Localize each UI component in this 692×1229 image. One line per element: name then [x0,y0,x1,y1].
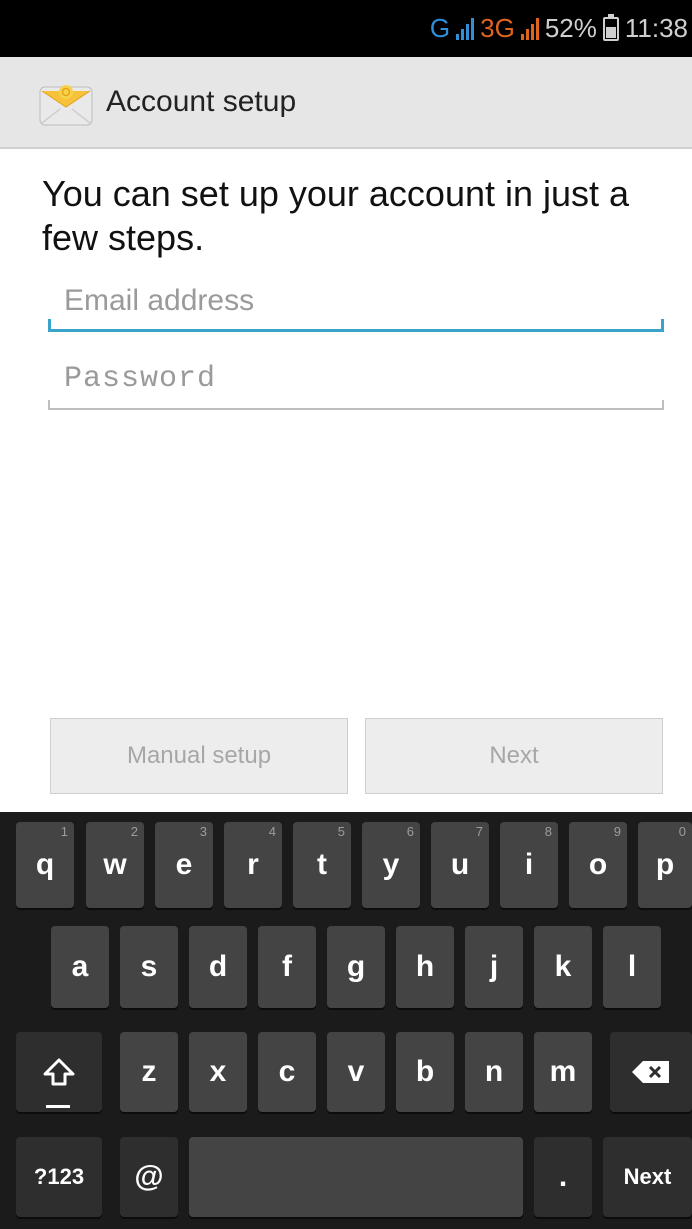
password-field[interactable] [48,354,664,410]
network-type-3g-label: 3G [480,13,515,43]
key-s[interactable]: s [120,926,178,1008]
key-h[interactable]: h [396,926,454,1008]
key-v[interactable]: v [327,1032,385,1112]
shift-arrow-icon [43,1058,75,1086]
key-w[interactable]: 2w [86,822,144,908]
key-k[interactable]: k [534,926,592,1008]
network-type-label: G [429,13,451,43]
backspace-key[interactable] [610,1032,692,1112]
key-q[interactable]: 1q [16,822,74,908]
signal-strength-icon [456,17,475,40]
email-field[interactable] [48,276,664,332]
key-o[interactable]: 9o [569,822,627,908]
soft-keyboard: 1q 2w 3e 4r 5t 6y 7u 8i 9o 0p a s d f g … [0,812,692,1229]
backspace-icon [632,1061,669,1083]
key-m[interactable]: m [534,1032,592,1112]
signal-strength-icon-2 [520,17,539,40]
shift-indicator [46,1105,70,1108]
key-i[interactable]: 8i [500,822,558,908]
email-input[interactable] [64,276,644,326]
key-e[interactable]: 3e [155,822,213,908]
page-title: Account setup [106,85,297,118]
clock: 11:38 [624,13,688,43]
key-c[interactable]: c [258,1032,316,1112]
shift-key[interactable] [16,1032,102,1112]
setup-instructions: You can set up your account in just a fe… [42,173,630,258]
battery-percent: 52% [544,13,597,43]
key-t[interactable]: 5t [293,822,351,908]
key-a[interactable]: a [51,926,109,1008]
at-key[interactable]: @ [120,1137,178,1217]
key-f[interactable]: f [258,926,316,1008]
key-r[interactable]: 4r [224,822,282,908]
key-x[interactable]: x [189,1032,247,1112]
key-l[interactable]: l [603,926,661,1008]
key-u[interactable]: 7u [431,822,489,908]
key-g[interactable]: g [327,926,385,1008]
keyboard-next-key[interactable]: Next [603,1137,692,1217]
key-b[interactable]: b [396,1032,454,1112]
key-y[interactable]: 6y [362,822,420,908]
account-setup-screen: G 3G 52% 11:38 Account setup You can set… [0,0,692,1229]
status-bar: G 3G 52% 11:38 [0,0,692,57]
key-d[interactable]: d [189,926,247,1008]
password-input[interactable] [64,354,644,404]
key-j[interactable]: j [465,926,523,1008]
space-bar[interactable] [189,1137,523,1217]
key-n[interactable]: n [465,1032,523,1112]
manual-setup-button[interactable]: Manual setup [50,718,348,794]
next-button[interactable]: Next [365,718,663,794]
key-z[interactable]: z [120,1032,178,1112]
battery-icon [602,13,619,41]
period-key[interactable]: . [534,1137,592,1217]
symbols-key[interactable]: ?123 [16,1137,102,1217]
key-p[interactable]: 0p [638,822,692,908]
email-envelope-icon[interactable] [36,81,96,129]
action-bar: Account setup [0,57,692,149]
status-indicators: G 3G 52% 11:38 [430,0,688,57]
